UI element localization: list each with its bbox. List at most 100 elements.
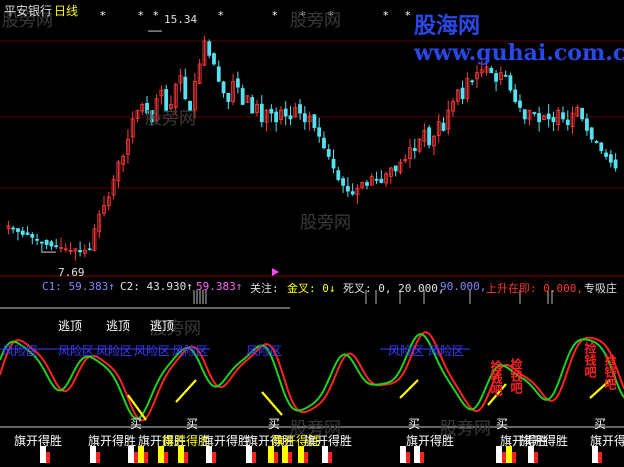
risk-zone-label: 风险区 [134,344,171,358]
win-label: 旗开得胜 [304,434,353,448]
star-marker: * [405,9,411,22]
win-label: 旗开得胜 [14,434,63,448]
indicator-ninety: 90.000, [440,280,487,293]
candle-body [250,97,255,114]
risk-zone-label: 风险区 [58,344,95,358]
period-label[interactable]: 日线 [54,2,78,19]
candle-body [546,113,551,120]
buy-label: 买 [130,417,143,431]
candle-body [393,165,398,172]
candle-body [374,178,379,181]
candle-body [259,103,264,123]
risk-zone-label: 风险区 [96,344,133,358]
candle-body [441,122,446,131]
candle-body [537,113,542,123]
escape-top-label: 逃顶 [106,319,131,333]
candle-body [274,111,279,123]
candle-body [350,191,355,195]
candle-body [288,115,293,120]
signal-bar-red [274,452,278,463]
candle-body [336,170,341,180]
candle-body [20,230,25,235]
oscillator-yellow-segment [175,379,197,403]
candle-body [532,112,537,114]
candle-body [302,113,307,123]
risk-zone-label: 风险区 [428,344,465,358]
candle-body [608,154,613,163]
candle-body [513,89,518,102]
candle-body [54,245,59,248]
candle-body [183,76,188,100]
candle-body [503,74,508,77]
candle-body [551,117,556,123]
signal-bar-red [512,452,516,463]
star-marker: * [100,9,106,22]
chart-stage: * * * * * * * * * 股旁网 股旁网 股旁网 股旁网 股旁网 股旁网 股旁网 股海… [0,0,624,463]
candle-body [25,232,30,235]
candle-body [11,227,16,230]
candle-body [326,149,331,157]
win-label: 旗开得胜 [590,434,624,448]
site-watermark: 股海网 www.guhai.com.cn [414,13,624,66]
signal-bar-red [212,452,216,463]
candle-body [580,107,585,120]
candle-body [379,178,384,183]
buy-label: 买 [594,417,607,431]
star-marker: * [138,9,144,22]
indicator-dead-cross: 死叉: 0, 20.000, [343,282,445,295]
candle-body [585,118,589,131]
signal-bar-red [288,452,292,463]
candle-body [589,127,594,140]
win-label: 旗开得胜 [202,434,251,448]
candle-body [312,114,317,128]
candle-body [427,127,432,146]
indicator-absorb: 专吸庄 [584,282,617,295]
signal-bar-red [502,452,506,463]
candle-body [87,248,92,251]
candle-body [235,78,240,88]
candle-body [16,228,20,232]
candle-body [49,241,54,247]
buy-label: 买 [496,417,509,431]
signal-bar-red [328,452,332,463]
risk-zone-label: 风险区 [246,344,283,358]
candle-body [240,88,245,105]
candle-body [508,75,513,91]
candle-body [322,137,326,149]
buy-label: 买 [408,417,421,431]
low-price-label: 7.69 [58,266,85,279]
dip-label: 捡钱吧 [509,358,523,394]
candle-body [594,141,599,143]
signal-bar-red [96,452,100,463]
candle-body [317,127,322,137]
candle-body [599,142,604,152]
signal-bar-red [184,452,188,463]
buy-label: 买 [268,417,281,431]
signal-bar-red [252,452,256,463]
signal-bar-red [598,452,602,463]
dip-label: 捡钱吧 [583,342,597,378]
signal-bar-red [134,452,138,463]
signal-bar-red [406,452,410,463]
star-marker: * [218,9,224,22]
signal-bar-red [144,452,148,463]
candle-body [44,239,49,245]
risk-zone-label: 风险区 [388,344,425,358]
stock-title[interactable]: 平安银行 [4,2,52,19]
candle-body [298,104,302,114]
signal-bar-red [534,452,538,463]
candle-body [613,159,618,169]
candle-body [489,67,494,74]
oscillator-yellow-segment [261,391,283,416]
candle-body [604,152,608,157]
indicator-c1: C1: 59.383↑ [42,280,115,293]
candle-body [561,112,565,120]
candle-body [216,66,221,82]
candle-body [212,53,216,65]
candle-body [494,73,498,82]
high-price-label: 15.34 [164,13,198,26]
watermark-2: 股旁网 [290,11,341,31]
candle-body [226,92,231,102]
win-label: 旗开得胜 [520,434,569,448]
indicator-c2-value: 59.383↑ [196,280,243,293]
